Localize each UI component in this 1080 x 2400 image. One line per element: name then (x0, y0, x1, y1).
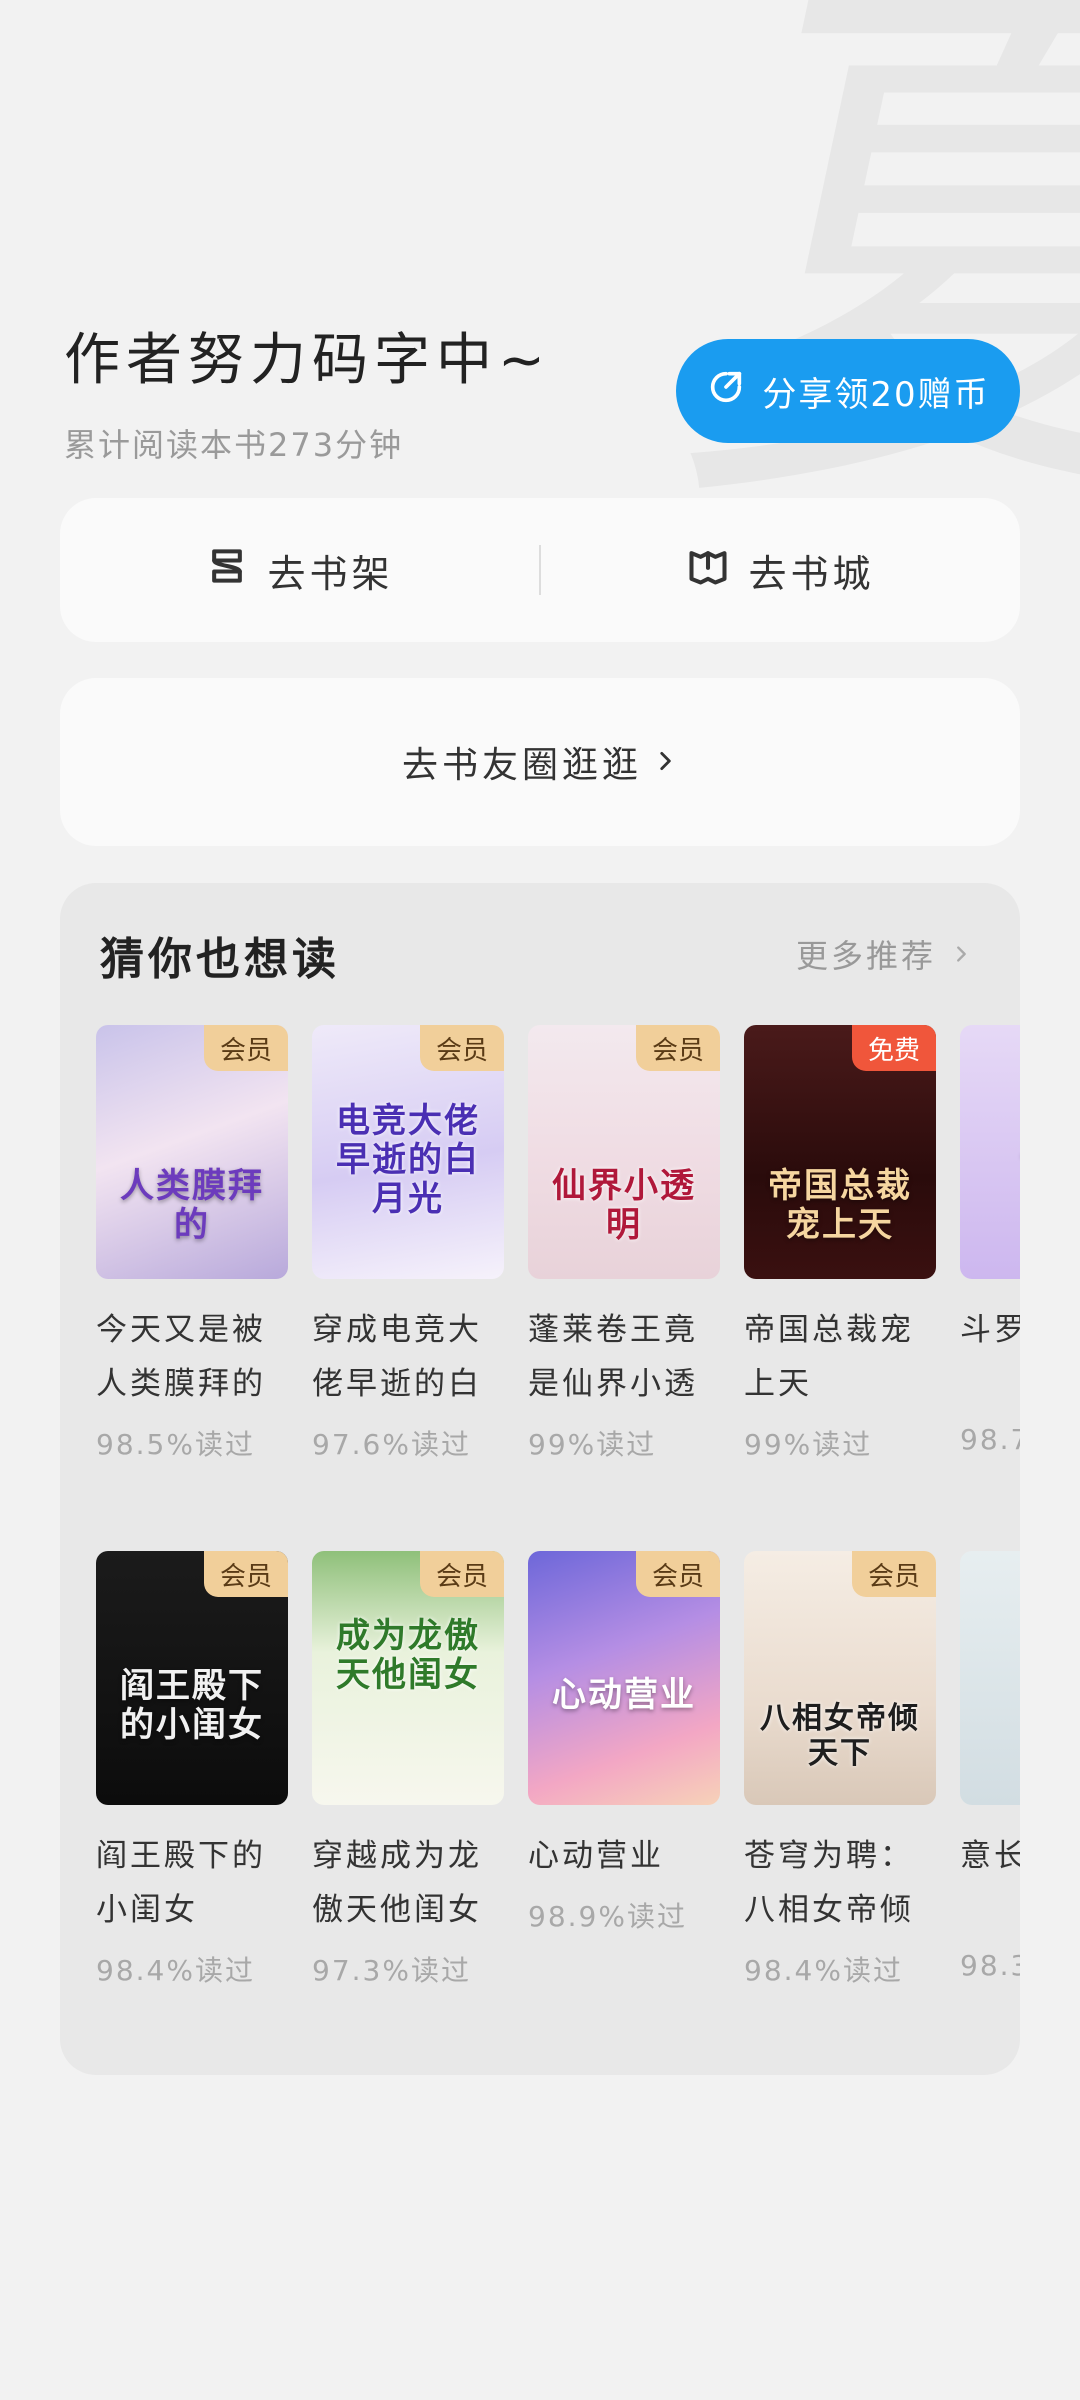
recommendation-panel: 猜你也想读 更多推荐 会员 人类膜拜的 今天又是被人类膜拜的 98.5%读过 会… (60, 883, 1020, 2075)
cover-title: 成为龙傲天他闺女 (336, 1615, 480, 1695)
share-label: 分享领20赠币 (762, 374, 990, 415)
book-cover: 会员 人类膜拜的 (96, 1025, 288, 1279)
book-item[interactable]: 会员 阎王殿下的小闺女 阎王殿下的小闺女 98.4%读过 (96, 1551, 288, 1989)
book-title: 心动营业 (528, 1838, 664, 1874)
member-badge: 会员 (204, 1025, 288, 1071)
member-badge: 会员 (636, 1551, 720, 1597)
cover-title: 人类膜拜的 (120, 1165, 264, 1245)
book-cover (960, 1551, 1020, 1805)
recommend-row: 会员 阎王殿下的小闺女 阎王殿下的小闺女 98.4%读过 会员 成为龙傲天他闺女… (96, 1551, 1020, 2051)
book-title: 帝国总裁宠上天 (744, 1312, 914, 1402)
reading-time-text: 累计阅读本书273分钟 (64, 426, 404, 464)
navigation-card: 去书架 去书城 (60, 498, 1020, 642)
bookstore-label: 去书城 (748, 551, 875, 596)
bookstore-icon (686, 544, 730, 597)
go-bookshelf-button[interactable]: 去书架 (60, 543, 539, 598)
book-cover: 会员 阎王殿下的小闺女 (96, 1551, 288, 1805)
member-badge: 会员 (852, 1551, 936, 1597)
cover-title: 八相女帝倾天下 (760, 1701, 920, 1771)
book-title: 穿越成为龙傲天他闺女 (312, 1838, 482, 1928)
book-cover: 免费 帝国总裁宠上天 (744, 1025, 936, 1279)
book-title: 苍穹为聘：八相女帝倾 (744, 1838, 914, 1928)
book-title: 阎王殿下的小闺女 (96, 1838, 266, 1928)
chevron-right-icon (652, 742, 678, 783)
read-rate: 98.5%读过 (96, 1428, 255, 1461)
member-badge: 会员 (204, 1551, 288, 1597)
more-recommend-label: 更多推荐 (795, 937, 936, 975)
member-badge: 会员 (420, 1551, 504, 1597)
book-cover: 斗罗 (960, 1025, 1020, 1279)
go-bookstore-button[interactable]: 去书城 (541, 543, 1020, 598)
cover-title: 阎王殿下的小闺女 (120, 1665, 264, 1745)
book-item[interactable]: 会员 电竞大佬早逝的白月光 穿成电竞大佬早逝的白 97.6%读过 (312, 1025, 504, 1463)
book-item[interactable]: 斗罗 斗罗装系 98.7 (960, 1025, 1020, 1456)
author-status-title: 作者努力码字中~ (64, 328, 551, 393)
read-rate: 98.4%读过 (96, 1954, 255, 1987)
cover-title: 心动营业 (552, 1674, 696, 1715)
read-rate: 98.4%读过 (744, 1954, 903, 1987)
book-item[interactable]: 会员 人类膜拜的 今天又是被人类膜拜的 98.5%读过 (96, 1025, 288, 1463)
member-badge: 会员 (636, 1025, 720, 1071)
read-rate: 99%读过 (744, 1428, 873, 1461)
read-rate: 97.6%读过 (312, 1428, 471, 1461)
book-title: 穿成电竞大佬早逝的白 (312, 1312, 482, 1402)
share-icon (706, 367, 746, 416)
read-rate: 99%读过 (528, 1428, 657, 1461)
book-item[interactable]: 会员 八相女帝倾天下 苍穹为聘：八相女帝倾 98.4%读过 (744, 1551, 936, 1989)
read-rate: 97.3%读过 (312, 1954, 471, 1987)
book-item[interactable]: 意长剑 98.3 (960, 1551, 1020, 1982)
book-title: 意长剑 (960, 1838, 1020, 1874)
book-cover: 会员 成为龙傲天他闺女 (312, 1551, 504, 1805)
member-badge: 会员 (420, 1025, 504, 1071)
recommendation-title: 猜你也想读 (100, 934, 340, 985)
read-rate: 98.9%读过 (528, 1900, 687, 1933)
book-cover: 会员 仙界小透明 (528, 1025, 720, 1279)
book-cover: 会员 八相女帝倾天下 (744, 1551, 936, 1805)
cover-title: 斗罗 (1012, 1130, 1020, 1169)
read-rate: 98.7 (960, 1423, 1020, 1456)
book-cover: 会员 心动营业 (528, 1551, 720, 1805)
cover-title: 仙界小透明 (552, 1165, 696, 1245)
author-status-header: 作者努力码字中~ 累计阅读本书273分钟 分享领20赠币 (64, 305, 1024, 465)
bookshelf-label: 去书架 (267, 551, 394, 596)
chevron-right-icon (950, 935, 972, 973)
recommend-row: 会员 人类膜拜的 今天又是被人类膜拜的 98.5%读过 会员 电竞大佬早逝的白月… (96, 1025, 1020, 1525)
read-rate: 98.3 (960, 1949, 1020, 1982)
share-button[interactable]: 分享领20赠币 (676, 339, 1020, 443)
book-item[interactable]: 免费 帝国总裁宠上天 帝国总裁宠上天 99%读过 (744, 1025, 936, 1463)
book-item[interactable]: 会员 成为龙傲天他闺女 穿越成为龙傲天他闺女 97.3%读过 (312, 1551, 504, 1989)
book-title: 蓬莱卷王竟是仙界小透 (528, 1312, 698, 1402)
book-item[interactable]: 会员 心动营业 心动营业 98.9%读过 (528, 1551, 720, 1935)
book-circle-label: 去书友圈逛逛 (401, 745, 642, 786)
book-title: 今天又是被人类膜拜的 (96, 1312, 266, 1402)
bookshelf-icon (205, 544, 249, 597)
book-cover: 会员 电竞大佬早逝的白月光 (312, 1025, 504, 1279)
cover-title: 帝国总裁宠上天 (768, 1165, 912, 1245)
book-item[interactable]: 会员 仙界小透明 蓬莱卷王竟是仙界小透 99%读过 (528, 1025, 720, 1463)
book-title: 斗罗装系 (960, 1312, 1020, 1348)
cover-title: 电竞大佬早逝的白月光 (336, 1100, 480, 1219)
free-badge: 免费 (852, 1025, 936, 1071)
more-recommend-link[interactable]: 更多推荐 (796, 931, 972, 977)
book-circle-button[interactable]: 去书友圈逛逛 (60, 678, 1020, 846)
